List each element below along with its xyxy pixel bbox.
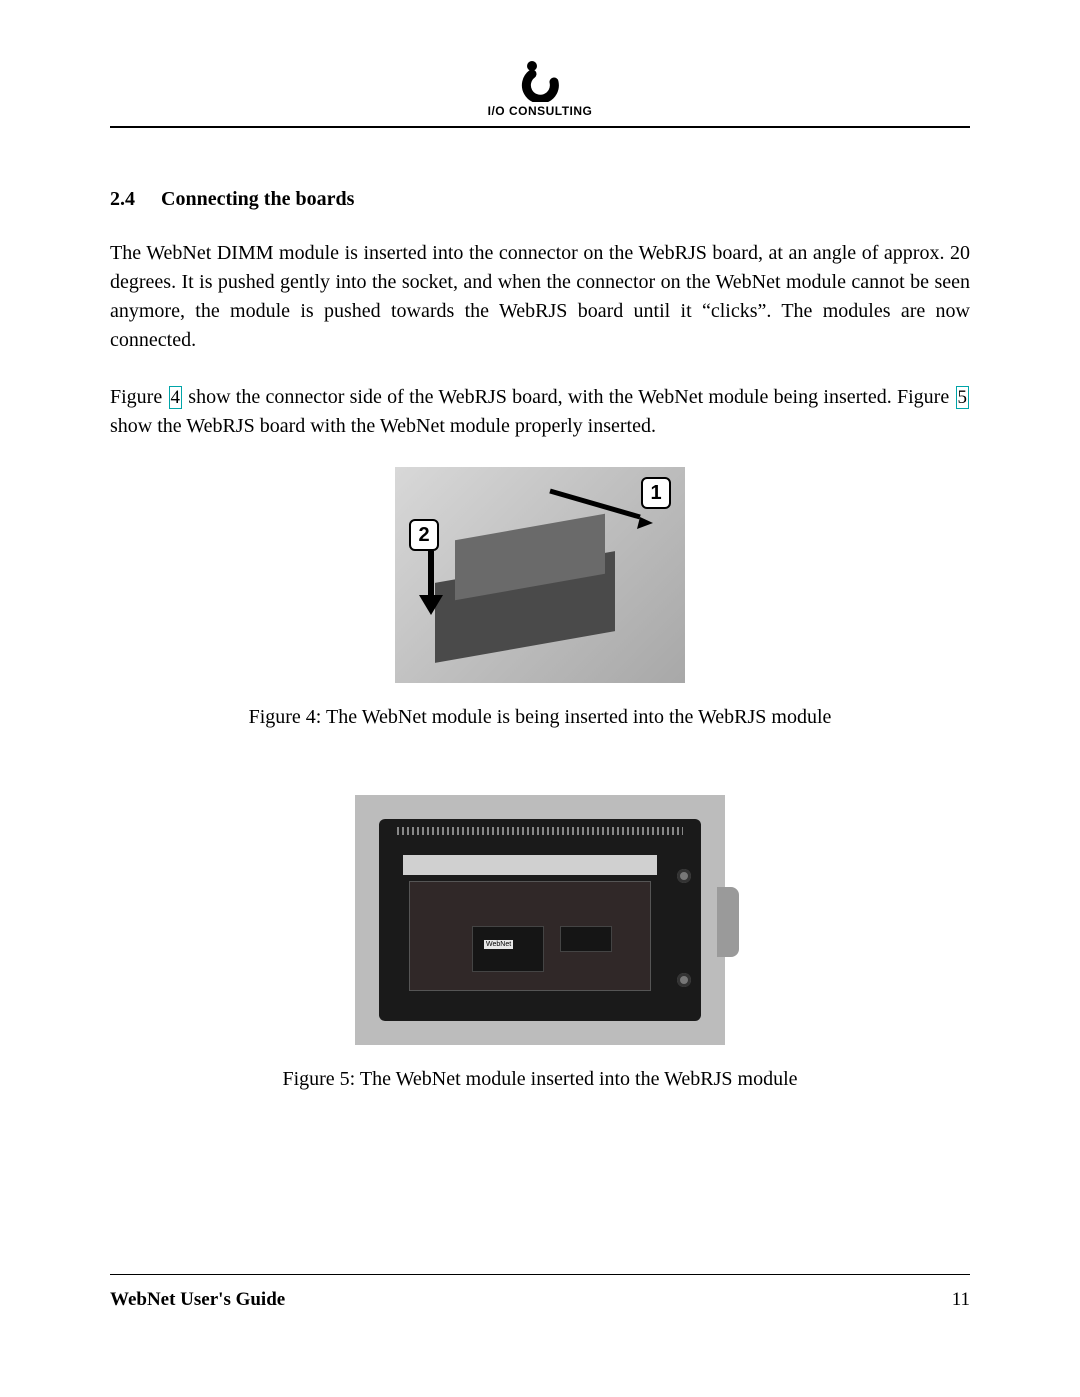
paragraph-2b: show the connector side of the WebRJS bo… xyxy=(183,386,955,408)
figure-4-link[interactable]: 4 xyxy=(169,386,183,409)
figure-4-image: 1 2 xyxy=(395,467,685,683)
paragraph-1: The WebNet DIMM module is inserted into … xyxy=(110,239,970,355)
figure-4-caption: Figure 4: The WebNet module is being ins… xyxy=(110,706,970,729)
brand-text: I/O CONSULTING xyxy=(488,104,593,118)
figure-5-caption: Figure 5: The WebNet module inserted int… xyxy=(110,1068,970,1091)
paragraph-2: Figure 4 show the connector side of the … xyxy=(110,383,970,441)
figure-4-block: 1 2 Figure 4: The WebNet module is being… xyxy=(110,467,970,729)
footer-rule xyxy=(110,1274,970,1275)
paragraph-2c: show the WebRJS board with the WebNet mo… xyxy=(110,415,656,437)
arrow-2-icon xyxy=(411,551,451,621)
figure-5-link[interactable]: 5 xyxy=(956,386,970,409)
paragraph-2a: Figure xyxy=(110,386,168,408)
figure-5-block: WebNet Figure 5: The WebNet module inser… xyxy=(110,795,970,1091)
brand-logo: I/O CONSULTING xyxy=(488,60,593,118)
io-logo-icon xyxy=(519,60,561,102)
section-number: 2.4 xyxy=(110,188,156,211)
figure-4-callout-1: 1 xyxy=(641,477,671,509)
figure-5-image: WebNet xyxy=(355,795,725,1045)
figure-4-callout-2: 2 xyxy=(409,519,439,551)
section-heading: 2.4 Connecting the boards xyxy=(110,188,970,211)
footer-title: WebNet User's Guide xyxy=(110,1289,285,1311)
header-rule xyxy=(110,126,970,128)
page-footer: WebNet User's Guide 11 xyxy=(110,1274,970,1311)
page-header: I/O CONSULTING xyxy=(110,60,970,136)
page-number: 11 xyxy=(952,1289,970,1311)
section-title: Connecting the boards xyxy=(161,188,354,210)
